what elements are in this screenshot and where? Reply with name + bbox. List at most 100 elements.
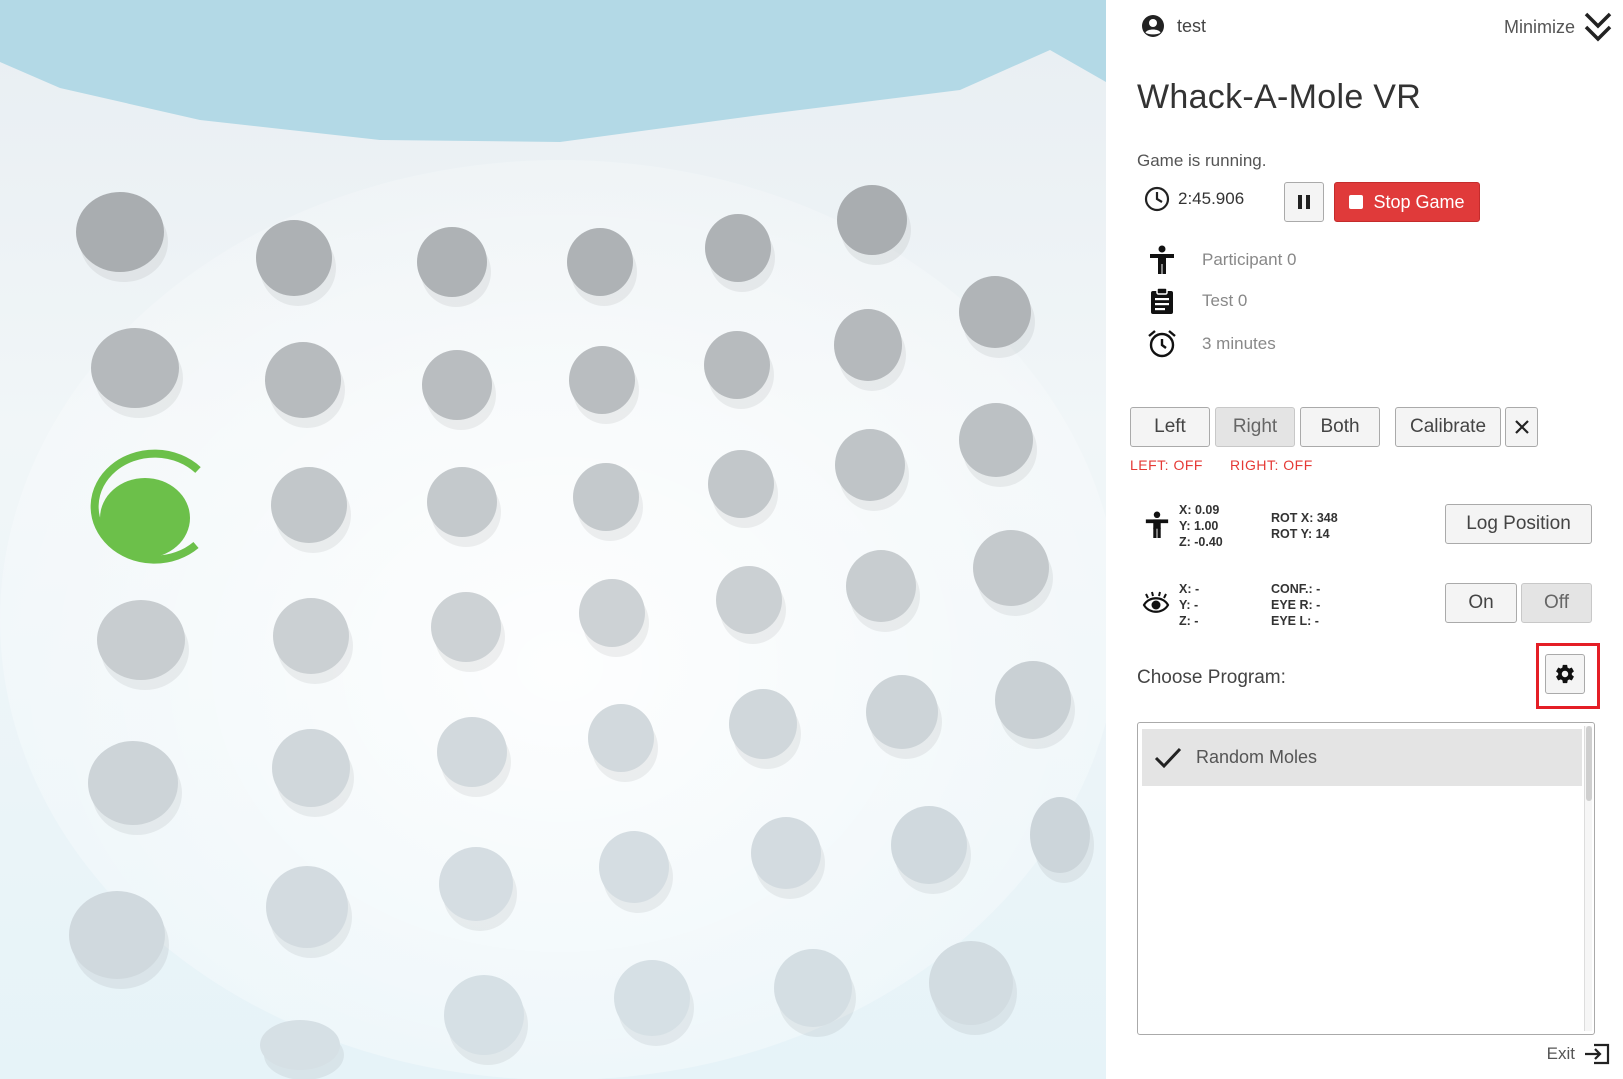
minimize-button[interactable]: Minimize <box>1504 10 1613 44</box>
mole-hole[interactable] <box>716 566 782 634</box>
eye-tracking-off-button[interactable]: Off <box>1521 583 1592 623</box>
alarm-icon <box>1148 330 1176 358</box>
mole-hole[interactable] <box>959 276 1031 348</box>
mole-field <box>0 0 1106 1079</box>
mole-hole[interactable] <box>76 192 164 272</box>
stop-game-button[interactable]: Stop Game <box>1334 182 1480 222</box>
mole-hole[interactable] <box>260 1020 340 1070</box>
mole-hole[interactable] <box>774 949 852 1027</box>
mole-hole[interactable] <box>266 866 348 948</box>
mole-hole[interactable] <box>437 717 507 787</box>
pause-button[interactable] <box>1284 182 1324 222</box>
game-viewport[interactable] <box>0 0 1106 1079</box>
mole-hole[interactable] <box>959 403 1033 477</box>
clipboard-icon <box>1151 287 1173 314</box>
mole-hole[interactable] <box>1030 797 1090 873</box>
double-chevron-down-icon <box>1584 12 1612 42</box>
left-hand-button[interactable]: Left <box>1130 407 1210 447</box>
right-hand-label: Right <box>1232 416 1278 437</box>
mole-hole[interactable] <box>439 847 513 921</box>
timer: 2:45.906 <box>1144 186 1244 212</box>
mole-hole[interactable] <box>422 350 492 420</box>
exit-label: Exit <box>1546 1044 1575 1063</box>
eye-off-label: Off <box>1544 592 1569 613</box>
test-row: Test 0 <box>1144 287 1247 315</box>
program-item-random-moles[interactable]: Random Moles <box>1142 729 1582 786</box>
program-list-scrollbar[interactable] <box>1584 726 1592 1031</box>
left-controller-status: LEFT: OFF <box>1130 457 1203 473</box>
mole-hole[interactable] <box>91 328 179 408</box>
person-icon <box>1150 245 1174 274</box>
mole-hole[interactable] <box>427 467 497 537</box>
program-list[interactable]: Random Moles <box>1137 722 1595 1035</box>
mole-hole[interactable] <box>271 467 347 543</box>
log-position-button[interactable]: Log Position <box>1445 504 1592 544</box>
close-icon <box>1514 420 1529 434</box>
both-hands-button[interactable]: Both <box>1300 407 1380 447</box>
test-label: Test 0 <box>1202 291 1248 310</box>
participant-row: Participant 0 <box>1144 245 1297 275</box>
head-y: Y: 1.00 <box>1179 519 1219 533</box>
mole-hole[interactable] <box>69 891 165 979</box>
mole-hole[interactable] <box>835 429 905 501</box>
close-calibration-button[interactable] <box>1505 407 1538 447</box>
head-rotation: ROT X: 348 ROT Y: 14 <box>1271 510 1338 542</box>
mole-hole[interactable] <box>614 960 690 1036</box>
mole-hole[interactable] <box>579 579 645 647</box>
check-icon <box>1154 747 1182 768</box>
mole-hole[interactable] <box>846 550 916 622</box>
calibrate-button[interactable]: Calibrate <box>1395 407 1501 447</box>
mole-hole[interactable] <box>569 346 635 414</box>
mole-hole[interactable] <box>704 331 770 399</box>
mole-hole[interactable] <box>273 598 349 674</box>
eye-position-xyz: X: - Y: - Z: - <box>1179 581 1199 629</box>
eye-l: EYE L: - <box>1271 614 1319 628</box>
mole-hole[interactable] <box>265 342 341 418</box>
mole-hole[interactable] <box>929 941 1013 1025</box>
mole-hole[interactable] <box>891 806 967 884</box>
mole-hole[interactable] <box>729 689 797 759</box>
program-settings-button[interactable] <box>1545 654 1585 694</box>
mole-hole[interactable] <box>834 309 902 381</box>
mole-hole[interactable] <box>837 185 907 255</box>
mole-hole[interactable] <box>88 741 178 825</box>
mole-hole[interactable] <box>272 729 350 807</box>
mole-hole[interactable] <box>995 661 1071 739</box>
eye-tracking-on-button[interactable]: On <box>1445 583 1517 623</box>
gear-icon <box>1556 664 1574 684</box>
mole-hole[interactable] <box>97 600 185 680</box>
user-info: test <box>1141 14 1206 38</box>
calibrate-label: Calibrate <box>1409 416 1487 437</box>
mole-hole[interactable] <box>751 817 821 889</box>
both-hands-label: Both <box>1320 416 1360 437</box>
account-circle-icon <box>1142 15 1164 37</box>
eye-conf: CONF.: - <box>1271 582 1321 596</box>
mole-hole[interactable] <box>588 704 654 772</box>
mole-hole[interactable] <box>599 831 669 903</box>
right-hand-button[interactable]: Right <box>1215 407 1295 447</box>
mole-hole[interactable] <box>417 227 487 297</box>
sky <box>0 0 1106 142</box>
scrollbar-thumb[interactable] <box>1586 726 1592 801</box>
head-rot-x: ROT X: 348 <box>1271 511 1338 525</box>
stop-icon <box>1349 195 1364 209</box>
eye-icon <box>1142 591 1170 613</box>
eye-on-label: On <box>1468 592 1494 613</box>
active-mole[interactable] <box>100 478 190 558</box>
minimize-label: Minimize <box>1503 16 1575 37</box>
exit-button[interactable]: Exit <box>1547 1042 1611 1066</box>
mole-hole[interactable] <box>573 463 639 531</box>
exit-icon <box>1585 1043 1610 1065</box>
mole-hole[interactable] <box>256 220 332 296</box>
mole-hole[interactable] <box>444 975 524 1055</box>
mole-hole[interactable] <box>708 450 774 518</box>
mole-hole[interactable] <box>973 530 1049 606</box>
eye-details: CONF.: - EYE R: - EYE L: - <box>1271 581 1320 629</box>
timer-value: 2:45.906 <box>1178 189 1245 208</box>
mole-hole[interactable] <box>705 214 771 282</box>
eye-x: X: - <box>1179 582 1200 596</box>
mole-hole[interactable] <box>866 675 938 749</box>
mole-hole[interactable] <box>567 228 633 296</box>
game-status: Game is running. <box>1137 151 1267 170</box>
mole-hole[interactable] <box>431 592 501 662</box>
